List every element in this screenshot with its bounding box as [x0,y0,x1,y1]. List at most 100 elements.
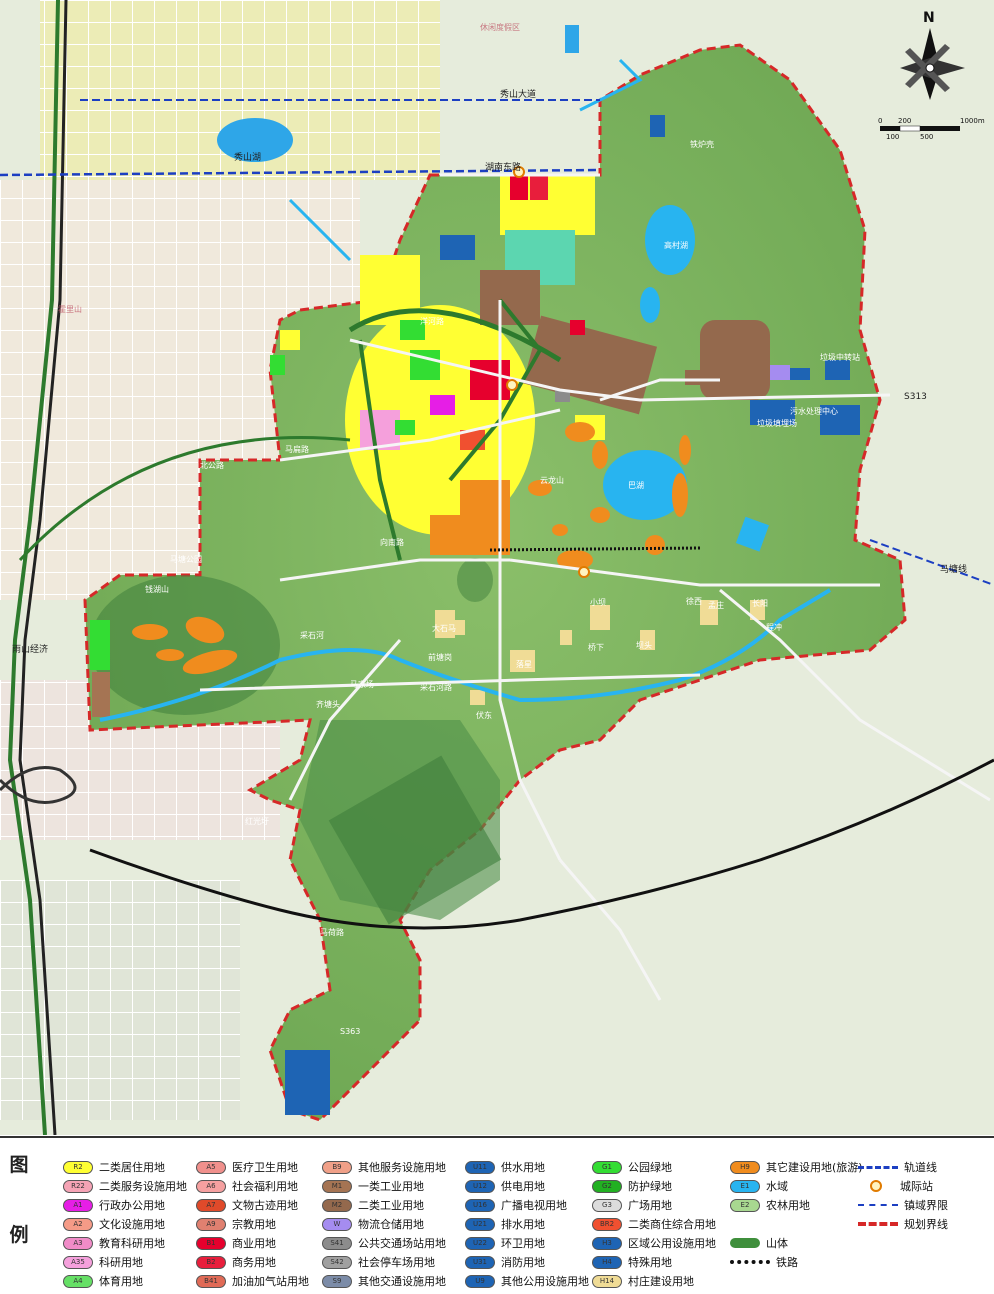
west-hill [90,575,280,715]
legend-item: M1 一类工业用地 [322,1177,424,1195]
station-central [506,379,518,391]
legend-line-item: 山体 [730,1234,788,1252]
road-label: 北公路 [200,460,224,470]
legend-swatch: A5 [196,1160,226,1174]
legend-item: A4 体育用地 [63,1272,143,1290]
legend-item: E2 农林用地 [730,1196,810,1214]
legend-swatch: W [322,1217,352,1231]
legend-label: 其他公用设施用地 [501,1275,589,1288]
legend-swatch: R2 [63,1160,93,1174]
legend-swatch: S41 [322,1236,352,1250]
legend-label: 商务用地 [232,1256,276,1269]
place-label: 程冲 [766,622,782,632]
legend-item: BR2 二类商住综合用地 [592,1215,716,1233]
legend-label: 二类居住用地 [99,1161,165,1174]
road-label: 马扁路 [285,444,309,454]
legend-item: H4 特殊用地 [592,1253,672,1271]
place-label: 钱湖山 [145,584,169,594]
legend-swatch: B2 [196,1255,226,1269]
legend-label: 体育用地 [99,1275,143,1288]
legend-swatch: G2 [592,1179,622,1193]
legend-label: 其他服务设施用地 [358,1161,446,1174]
legend-item: M2 二类工业用地 [322,1196,424,1214]
legend-item: A2 文化设施用地 [63,1215,165,1233]
place-label: 长阳 [752,598,768,608]
legend-label: 社会福利用地 [232,1180,298,1193]
land-use-map: 秀山湖 休闲度假区 霍里山 湖南东路 秀山大道 S313 马塘线 采石河路 向南… [0,0,994,1135]
legend-swatch: A6 [196,1179,226,1193]
legend-label: 公园绿地 [628,1161,672,1174]
legend-item: G2 防护绿地 [592,1177,672,1195]
legend-item: S42 社会停车场用地 [322,1253,435,1271]
legend-swatch: H9 [730,1160,760,1174]
legend-item: W 物流仓储用地 [322,1215,424,1233]
legend-label: 教育科研用地 [99,1237,165,1250]
plan-boundary-icon [858,1222,898,1226]
legend-label: 农林用地 [766,1199,810,1212]
road-label: 湖南东路 [485,161,521,173]
legend-item: R22 二类服务设施用地 [63,1177,187,1195]
station-icon [870,1180,882,1192]
district-label: 雨山经济 [12,643,48,655]
legend-swatch: U22 [465,1236,495,1250]
legend-item: U9 其他公用设施用地 [465,1272,589,1290]
legend-label: 广场用地 [628,1199,672,1212]
legend-label: 城际站 [900,1180,933,1193]
legend-item: B1 商业用地 [196,1234,276,1252]
legend-item: U11 供水用地 [465,1158,545,1176]
legend-item: B2 商务用地 [196,1253,276,1271]
legend-swatch: B9 [322,1160,352,1174]
legend-item: A1 行政办公用地 [63,1196,165,1214]
svg-text:200: 200 [898,117,911,125]
legend-item: U21 排水用地 [465,1215,545,1233]
legend-item: A9 宗教用地 [196,1215,276,1233]
place-label: 云龙山 [540,475,564,485]
legend-item: S9 其他交通设施用地 [322,1272,446,1290]
legend-label: 特殊用地 [628,1256,672,1269]
legend-label: 环卫用地 [501,1237,545,1250]
legend-swatch: A7 [196,1198,226,1212]
legend-item: B41 加油加气站用地 [196,1272,309,1290]
place-label: 污水处理中心 [790,406,838,416]
legend-item: S41 公共交通场站用地 [322,1234,446,1252]
legend-swatch: A9 [196,1217,226,1231]
legend-swatch: G1 [592,1160,622,1174]
svg-text:1000m: 1000m [960,117,985,125]
legend-item: B9 其他服务设施用地 [322,1158,446,1176]
legend-label: 其它建设用地(旅游) [766,1161,863,1174]
legend-item: A6 社会福利用地 [196,1177,298,1195]
town-boundary-icon [858,1204,898,1206]
legend-item: A7 文物古迹用地 [196,1196,298,1214]
legend-title-bottom: 例 [9,1224,29,1246]
railway-icon [730,1260,770,1264]
legend-swatch: B1 [196,1236,226,1250]
place-label: 铁炉壳 [690,139,714,149]
legend-item: H3 区域公用设施用地 [592,1234,716,1252]
legend-item: G3 广场用地 [592,1196,672,1214]
legend-item: R2 二类居住用地 [63,1158,165,1176]
legend-item: U22 环卫用地 [465,1234,545,1252]
place-label: 垃圾中转站 [820,352,860,362]
legend-label: 山体 [766,1237,788,1250]
legend-swatch: A1 [63,1198,93,1212]
legend-swatch: A35 [63,1255,93,1269]
legend-swatch: U11 [465,1160,495,1174]
road-label: 马荷路 [320,927,344,937]
svg-text:100: 100 [886,133,899,141]
legend-item: G1 公园绿地 [592,1158,672,1176]
legend-label: 铁路 [776,1256,798,1269]
legend-label: 商业用地 [232,1237,276,1250]
road-label: 洋河路 [420,316,444,326]
legend-swatch: H4 [592,1255,622,1269]
legend-item: A3 教育科研用地 [63,1234,165,1252]
legend-label: 公共交通场站用地 [358,1237,446,1250]
legend-label: 加油加气站用地 [232,1275,309,1288]
place-label: 桥下 [588,642,604,652]
legend-line-item: 镇域界限 [858,1196,948,1214]
legend-label: 供水用地 [501,1161,545,1174]
legend-label: 二类工业用地 [358,1199,424,1212]
lake-label: 秀山湖 [234,151,261,163]
legend-label: 排水用地 [501,1218,545,1231]
legend-item: E1 水域 [730,1177,788,1195]
legend-line-item: 城际站 [858,1177,933,1195]
